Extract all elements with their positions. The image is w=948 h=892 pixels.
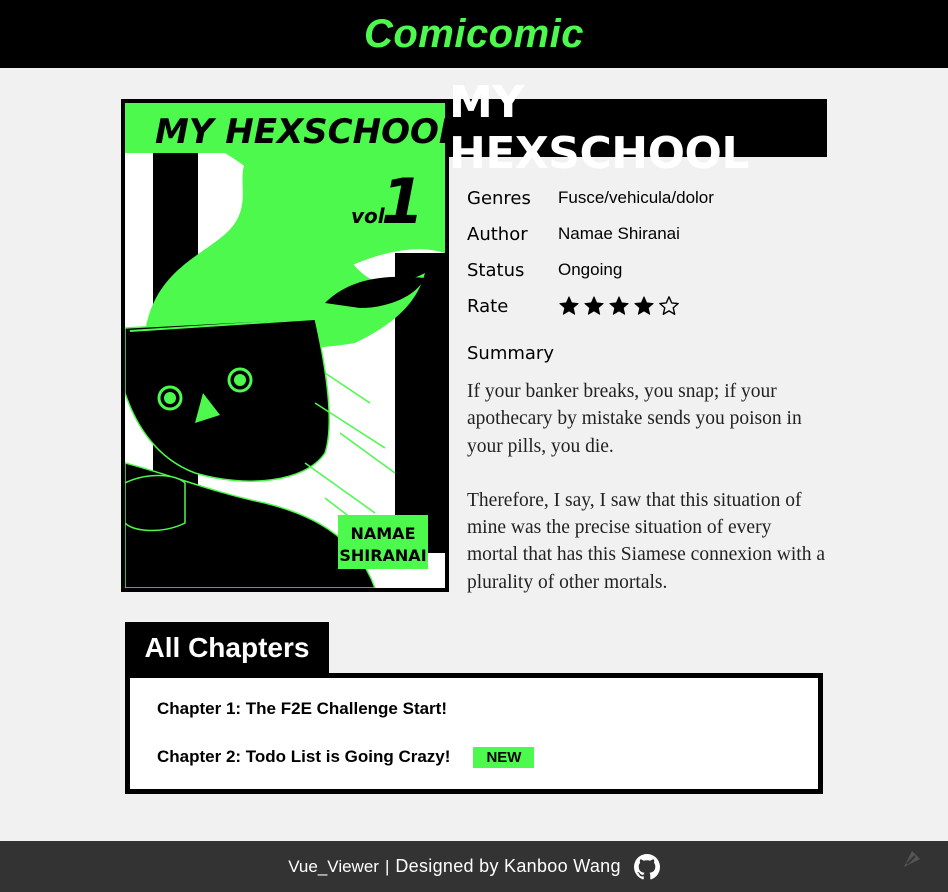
footer-credit: Designed by Kanboo Wang (395, 856, 621, 876)
chapter-link-1[interactable]: Chapter 1: The F2E Challenge Start! (157, 697, 818, 721)
summary-text: If your banker breaks, you snap; if your… (467, 378, 827, 596)
meta-row-status: Status Ongoing (467, 252, 714, 288)
summary-paragraph: Therefore, I say, I saw that this situat… (467, 489, 825, 593)
meta-value-author: Namae Shiranai (558, 224, 680, 243)
star-rating (558, 295, 680, 317)
feather-icon[interactable] (898, 845, 926, 873)
all-chapters-heading: All Chapters (125, 622, 329, 674)
cover-vol-number: 1 (381, 165, 424, 238)
summary-paragraph: If your banker breaks, you snap; if your… (467, 381, 802, 457)
summary-heading: Summary (467, 343, 554, 364)
star-filled-icon (584, 296, 604, 315)
cover-author-line1: NAMAE (350, 524, 415, 543)
cover-author-line2: SHIRANAI (339, 546, 426, 565)
footer: Vue_Viewer | Designed by Kanboo Wang (0, 841, 948, 892)
meta-value-genres: Fusce/vehicula/dolor (558, 188, 714, 207)
top-bar: Comicomic (0, 0, 948, 68)
chapter-title[interactable]: Chapter 1: The F2E Challenge Start! (157, 699, 447, 719)
star-filled-icon (609, 296, 629, 315)
comic-meta: Genres Fusce/vehicula/dolor Author Namae… (467, 180, 714, 324)
meta-row-genres: Genres Fusce/vehicula/dolor (467, 180, 714, 216)
meta-row-rate: Rate (467, 288, 714, 324)
comic-title: MY HEXSCHOOL (449, 77, 827, 179)
site-logo[interactable]: Comicomic (364, 12, 584, 57)
chapter-title[interactable]: Chapter 2: Todo List is Going Crazy! (157, 747, 450, 767)
footer-app-name: Vue_Viewer (288, 856, 379, 876)
new-badge: NEW (473, 746, 535, 768)
cover-title-art: MY HEXSCHOOL (155, 112, 445, 152)
chapter-link-2[interactable]: Chapter 2: Todo List is Going Crazy! NEW (157, 745, 818, 769)
meta-key: Rate (467, 295, 509, 317)
star-empty-icon (659, 296, 679, 315)
meta-key: Genres (467, 187, 531, 209)
star-filled-icon (559, 296, 579, 315)
chapter-list: Chapter 1: The F2E Challenge Start! Chap… (125, 673, 823, 794)
footer-separator: | (384, 856, 390, 876)
meta-key: Author (467, 223, 528, 245)
meta-row-author: Author Namae Shiranai (467, 216, 714, 252)
meta-key: Status (467, 259, 525, 281)
meta-value-status: Ongoing (558, 260, 623, 279)
comic-cover-image: MY HEXSCHOOL vol. 1 NAMAE SHIRANAI (121, 99, 449, 592)
github-icon[interactable] (633, 853, 660, 880)
star-filled-icon (634, 296, 654, 315)
